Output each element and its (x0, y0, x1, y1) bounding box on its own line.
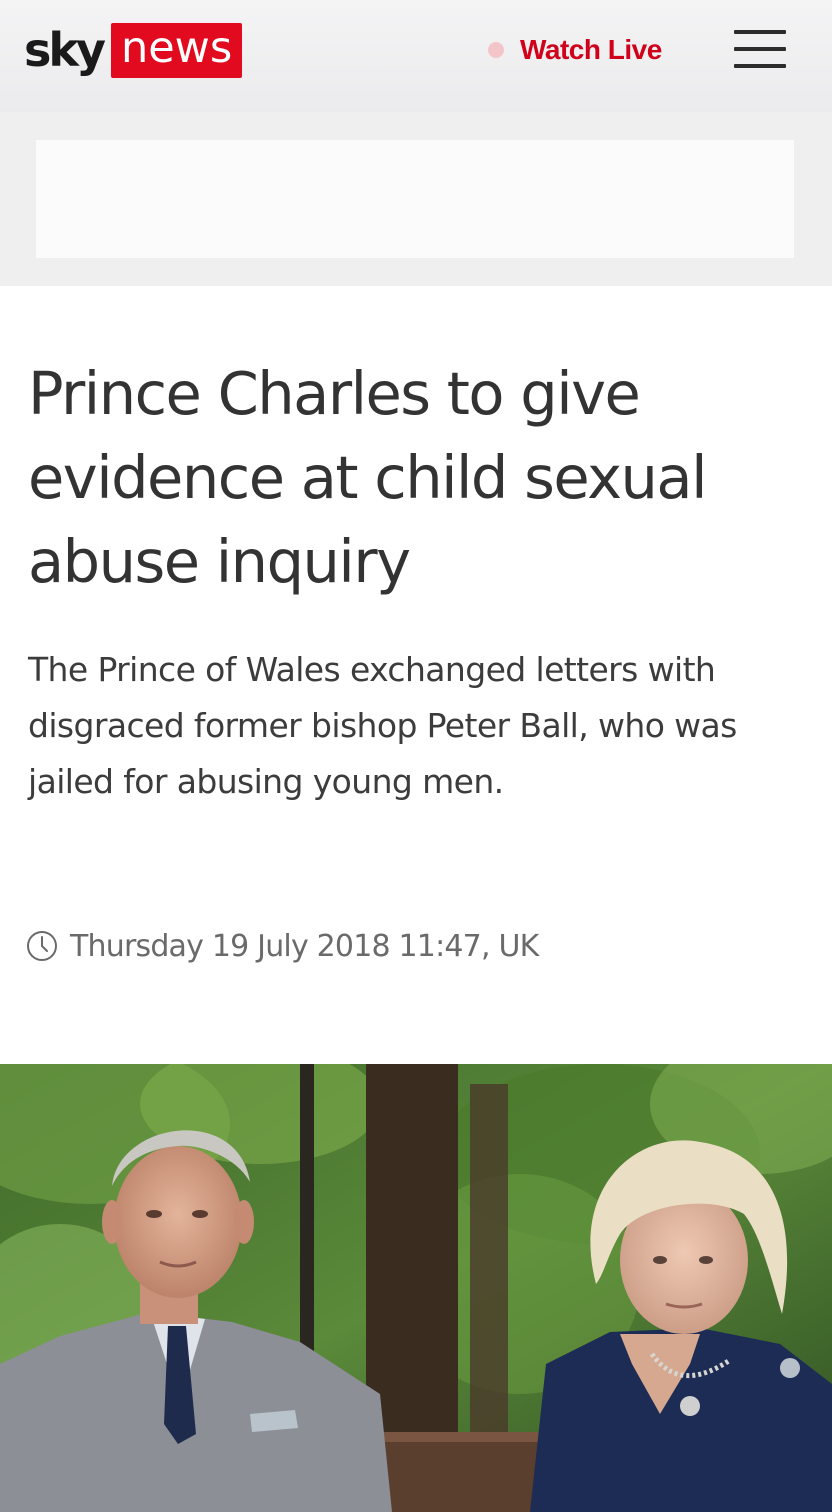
menu-bar-icon (734, 47, 786, 51)
article-dateline: Thursday 19 July 2018 11:47, UK (26, 926, 539, 966)
watch-live-label: Watch Live (520, 34, 662, 65)
article-hero-photo[interactable] (0, 1064, 832, 1512)
clock-icon (27, 931, 57, 961)
article-timestamp: Thursday 19 July 2018 11:47, UK (70, 928, 539, 964)
menu-bar-icon (734, 64, 786, 68)
article-standfirst: The Prince of Wales exchanged letters wi… (28, 650, 737, 801)
menu-bar-icon (734, 30, 786, 34)
advert-slot[interactable] (36, 140, 794, 258)
article-headline: Prince Charles to give evidence at child… (28, 359, 707, 596)
live-indicator-icon (488, 42, 504, 58)
hamburger-menu-button[interactable] (732, 26, 788, 72)
sky-news-logo[interactable]: sky news (24, 20, 243, 80)
advert-container (0, 112, 832, 286)
hero-photo-illustration (0, 1064, 832, 1512)
watch-live-link[interactable]: Watch Live (488, 32, 662, 68)
logo-news-badge: news (110, 22, 243, 78)
site-header: sky news Watch Live (0, 0, 832, 112)
logo-sky-text: sky (24, 23, 106, 77)
